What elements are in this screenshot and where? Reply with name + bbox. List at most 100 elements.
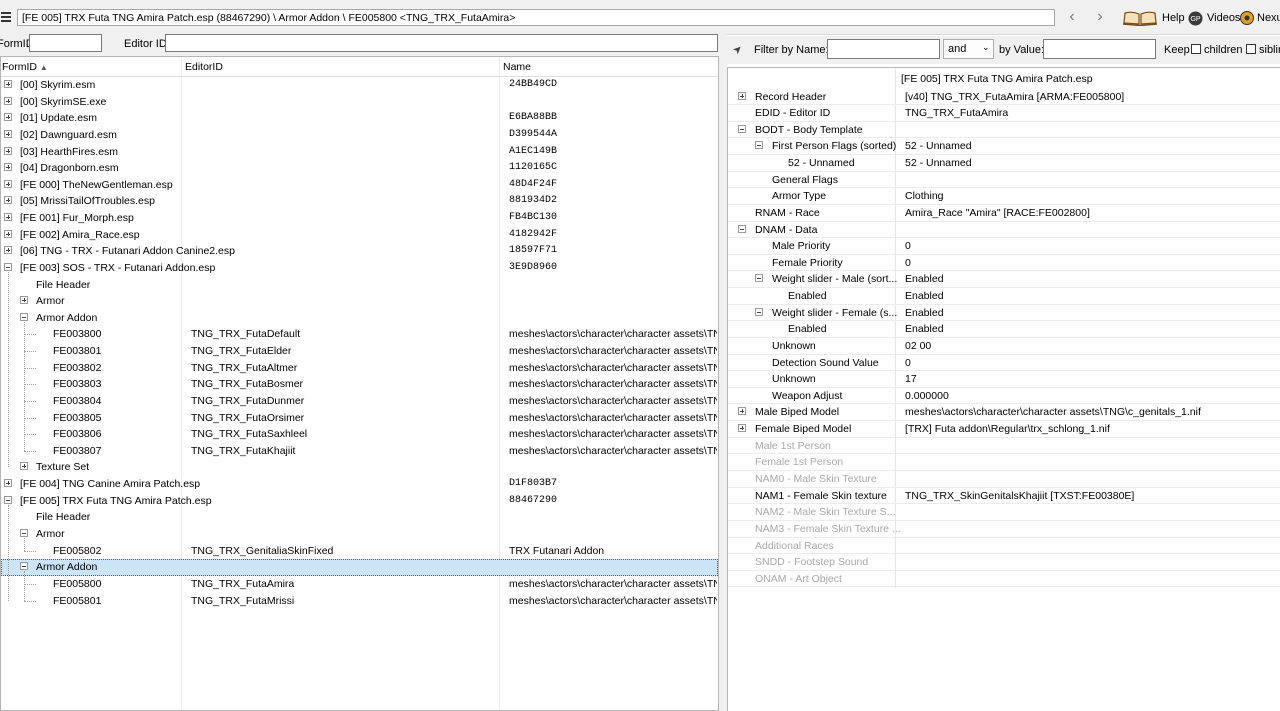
- expand-icon[interactable]: [4, 113, 12, 122]
- name-column-header[interactable]: Name: [499, 57, 718, 77]
- tree-row[interactable]: FE003805 TNG_TRX_FutaOrsimer meshes\actors…: [1, 410, 718, 427]
- tree-row[interactable]: File Header: [1, 509, 718, 526]
- record-field-row[interactable]: NAM0 - Male Skin Texture: [728, 471, 1280, 488]
- tree-row[interactable]: Armor Addon: [1, 559, 718, 576]
- expand-icon[interactable]: [4, 196, 12, 205]
- tree-row[interactable]: [02] Dawnguard.esm D399544A: [1, 127, 718, 144]
- tree-row[interactable]: FE005802 TNG_TRX_GenitaliaSkinFixed TRX Fu…: [1, 543, 718, 560]
- collapse-icon[interactable]: [20, 562, 28, 571]
- panel-splitter[interactable]: [719, 34, 727, 711]
- tree-row[interactable]: [FE 005] TRX Futa TNG Amira Patch.esp 884…: [1, 493, 718, 510]
- tree-row[interactable]: FE003802 TNG_TRX_FutaAltmer meshes\actors\…: [1, 360, 718, 377]
- record-field-row[interactable]: Unknown 02 00: [728, 338, 1280, 355]
- tree-row[interactable]: [03] HearthFires.esm A1EC149B: [1, 144, 718, 161]
- expand-icon[interactable]: [20, 296, 28, 305]
- expand-icon[interactable]: [20, 462, 28, 471]
- formid-search-input[interactable]: [29, 34, 102, 52]
- tree-row[interactable]: [FE 000] TheNewGentleman.esp 48D4F24F: [1, 177, 718, 194]
- expand-icon[interactable]: [4, 213, 12, 222]
- expand-icon[interactable]: [4, 96, 12, 105]
- videos-button[interactable]: GP Videos: [1188, 10, 1240, 26]
- tree-row[interactable]: [FE 002] Amira_Race.esp 4182942F: [1, 227, 718, 244]
- expand-icon[interactable]: [4, 163, 12, 172]
- collapse-icon[interactable]: [755, 274, 763, 283]
- record-field-row[interactable]: ONAM - Art Object: [728, 571, 1280, 588]
- collapse-icon[interactable]: [20, 529, 28, 537]
- collapse-icon[interactable]: [4, 262, 12, 271]
- record-field-row[interactable]: Female 1st Person: [728, 454, 1280, 471]
- record-field-row[interactable]: DNAM - Data: [728, 222, 1280, 239]
- record-field-row[interactable]: Weapon Adjust 0.000000: [728, 388, 1280, 405]
- record-field-row[interactable]: Female Biped Model [TRX] Futa addon\Regul…: [728, 421, 1280, 438]
- tree-row[interactable]: [00] Skyrim.esm 24BB49CD: [1, 77, 718, 94]
- tree-row[interactable]: [FE 001] Fur_Morph.esp FB4BC130: [1, 210, 718, 227]
- collapse-icon[interactable]: [738, 224, 746, 233]
- editorid-column-header[interactable]: EditorID: [181, 57, 499, 77]
- collapse-icon[interactable]: [4, 495, 12, 504]
- tree-row[interactable]: [FE 003] SOS - TRX - Futanari Addon.esp 3…: [1, 260, 718, 277]
- collapse-icon[interactable]: [755, 307, 763, 316]
- help-button[interactable]: Help: [1122, 10, 1185, 26]
- tree-row[interactable]: [04] Dragonborn.esm 1120165C: [1, 160, 718, 177]
- record-field-row[interactable]: Enabled Enabled: [728, 321, 1280, 338]
- tree-row[interactable]: [FE 004] TNG Canine Amira Patch.esp D1F80…: [1, 476, 718, 493]
- tree-row[interactable]: Texture Set: [1, 459, 718, 476]
- chevron-right-icon[interactable]: ›: [1092, 9, 1108, 26]
- tree-row[interactable]: Armor: [1, 526, 718, 543]
- tree-row[interactable]: FE003804 TNG_TRX_FutaDunmer meshes\actors\…: [1, 393, 718, 410]
- record-field-row[interactable]: RNAM - Race Amira_Race "Amira" [RACE:FE00…: [728, 205, 1280, 222]
- record-field-row[interactable]: BODT - Body Template: [728, 122, 1280, 139]
- record-field-row[interactable]: First Person Flags (sorted) 52 - Unnamed: [728, 138, 1280, 155]
- keep-siblings-checkbox[interactable]: [1246, 44, 1256, 56]
- expand-icon[interactable]: [4, 146, 12, 155]
- filter-value-input[interactable]: [1043, 39, 1156, 59]
- expand-icon[interactable]: [4, 479, 12, 488]
- tree-row[interactable]: [00] SkyrimSE.exe: [1, 94, 718, 111]
- record-field-row[interactable]: Enabled Enabled: [728, 288, 1280, 305]
- editorid-search-input[interactable]: [165, 34, 718, 52]
- expand-icon[interactable]: [4, 80, 12, 88]
- tree-row[interactable]: FE003801 TNG_TRX_FutaElder meshes\actors\c…: [1, 343, 718, 360]
- collapse-icon[interactable]: [755, 141, 763, 150]
- tree-row[interactable]: FE005801 TNG_TRX_FutaMrissi meshes\actors\…: [1, 593, 718, 610]
- record-field-row[interactable]: NAM1 - Female Skin texture TNG_TRX_SkinGe…: [728, 488, 1280, 505]
- record-field-row[interactable]: Unknown 17: [728, 371, 1280, 388]
- record-field-row[interactable]: Male 1st Person: [728, 438, 1280, 455]
- tree-row[interactable]: File Header: [1, 277, 718, 294]
- tree-row[interactable]: FE003806 TNG_TRX_FutaSaxhleel meshes\actor…: [1, 426, 718, 443]
- tree-row[interactable]: Armor: [1, 293, 718, 310]
- tree-row[interactable]: FE005800 TNG_TRX_FutaAmira meshes\actors\c…: [1, 576, 718, 593]
- record-field-row[interactable]: Weight slider - Male (sort... Enabled: [728, 271, 1280, 289]
- record-field-row[interactable]: Weight slider - Female (s... Enabled: [728, 305, 1280, 322]
- tree-row[interactable]: [05] MrissiTailOfTroubles.esp 881934D2: [1, 193, 718, 210]
- tree-row[interactable]: Armor Addon: [1, 310, 718, 327]
- record-field-row[interactable]: Armor Type Clothing: [728, 188, 1280, 205]
- expand-icon[interactable]: [738, 407, 746, 416]
- record-field-row[interactable]: SNDD - Footstep Sound: [728, 554, 1280, 571]
- record-field-row[interactable]: Male Priority 0: [728, 238, 1280, 255]
- tree-row[interactable]: FE003807 TNG_TRX_FutaKhajiit meshes\actors…: [1, 443, 718, 460]
- record-field-row[interactable]: Male Biped Model meshes\actors\character\…: [728, 404, 1280, 422]
- record-field-row[interactable]: Detection Sound Value 0: [728, 355, 1280, 372]
- tree-row[interactable]: FE003803 TNG_TRX_FutaBosmer meshes\actors\…: [1, 376, 718, 393]
- expand-icon[interactable]: [4, 129, 12, 138]
- filter-operator-select[interactable]: and ⌄: [943, 39, 994, 59]
- expand-icon[interactable]: [4, 229, 12, 238]
- record-field-row[interactable]: Additional Races: [728, 538, 1280, 555]
- tree-row[interactable]: [01] Update.esm E6BA88BB: [1, 110, 718, 127]
- record-field-row[interactable]: General Flags: [728, 172, 1280, 189]
- record-field-row[interactable]: 52 - Unnamed 52 - Unnamed: [728, 155, 1280, 172]
- record-field-row[interactable]: Female Priority 0: [728, 255, 1280, 272]
- record-field-row[interactable]: Record Header [v40] TNG_TRX_FutaAmira [AR…: [728, 89, 1280, 106]
- filter-name-input[interactable]: [827, 39, 940, 59]
- record-field-row[interactable]: NAM3 - Female Skin Texture ...: [728, 521, 1280, 538]
- expand-icon[interactable]: [738, 91, 746, 100]
- chevron-left-icon[interactable]: ‹: [1064, 9, 1080, 26]
- keep-children-checkbox[interactable]: [1191, 44, 1201, 56]
- record-field-row[interactable]: NAM2 - Male Skin Texture S...: [728, 504, 1280, 521]
- pin-icon[interactable]: ➤: [730, 42, 745, 57]
- expand-icon[interactable]: [4, 246, 12, 255]
- nexus-button[interactable]: Nexu: [1240, 10, 1280, 26]
- tree-row[interactable]: [06] TNG - TRX - Futanari Addon Canine2.…: [1, 243, 718, 260]
- collapse-icon[interactable]: [738, 124, 746, 133]
